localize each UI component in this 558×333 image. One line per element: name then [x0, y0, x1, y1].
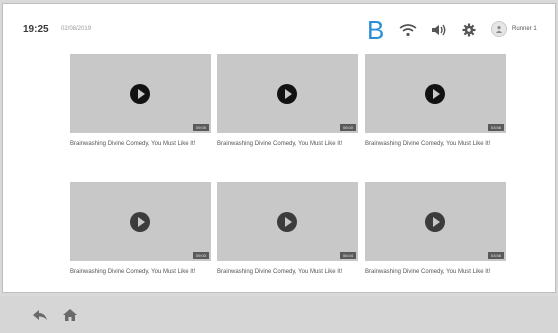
video-title[interactable]: Brainwashing Divine Comedy, You Must Lik… [365, 268, 506, 276]
video-card[interactable]: 06:04 Brainwashing Divine Comedy, You Mu… [217, 182, 358, 276]
navigation-bar [0, 296, 558, 333]
video-title[interactable]: Brainwashing Divine Comedy, You Must Lik… [70, 268, 211, 276]
video-title[interactable]: Brainwashing Divine Comedy, You Must Lik… [70, 140, 211, 148]
video-thumbnail[interactable]: 03:56 [365, 54, 506, 133]
home-icon[interactable] [62, 308, 78, 322]
play-icon[interactable] [425, 212, 445, 232]
back-icon[interactable] [32, 308, 48, 322]
video-title[interactable]: Brainwashing Divine Comedy, You Must Lik… [217, 140, 358, 148]
main-screen: 19:25 02/08/2019 B Runner 1 09:05 Brainw… [2, 3, 556, 293]
video-thumbnail[interactable]: 06:04 [217, 182, 358, 261]
video-title[interactable]: Brainwashing Divine Comedy, You Must Lik… [365, 140, 506, 148]
play-icon[interactable] [277, 84, 297, 104]
video-card[interactable]: 09:03 Brainwashing Divine Comedy, You Mu… [70, 182, 211, 276]
video-duration: 09:05 [192, 124, 209, 131]
video-card[interactable]: 03:56 Brainwashing Divine Comedy, You Mu… [365, 182, 506, 276]
video-card[interactable]: 03:56 Brainwashing Divine Comedy, You Mu… [365, 54, 506, 148]
video-card[interactable]: 06:00 Brainwashing Divine Comedy, You Mu… [217, 54, 358, 148]
play-icon[interactable] [130, 84, 150, 104]
play-icon[interactable] [130, 212, 150, 232]
play-icon[interactable] [425, 84, 445, 104]
video-card[interactable]: 09:05 Brainwashing Divine Comedy, You Mu… [70, 54, 211, 148]
video-thumbnail[interactable]: 09:05 [70, 54, 211, 133]
video-grid: 09:05 Brainwashing Divine Comedy, You Mu… [3, 4, 555, 292]
video-duration: 03:56 [487, 124, 504, 131]
video-thumbnail[interactable]: 09:03 [70, 182, 211, 261]
play-icon[interactable] [277, 212, 297, 232]
video-duration: 06:04 [339, 252, 356, 259]
video-duration: 09:03 [192, 252, 209, 259]
video-duration: 06:00 [339, 124, 356, 131]
video-thumbnail[interactable]: 06:00 [217, 54, 358, 133]
video-thumbnail[interactable]: 03:56 [365, 182, 506, 261]
video-title[interactable]: Brainwashing Divine Comedy, You Must Lik… [217, 268, 358, 276]
video-duration: 03:56 [487, 252, 504, 259]
